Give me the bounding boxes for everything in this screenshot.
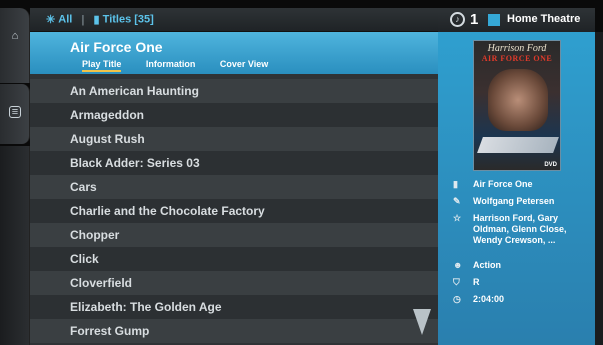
title-actions: Play Title Information Cover View <box>82 59 290 72</box>
info-title-text: Air Force One <box>473 179 533 189</box>
rail-tab-lower <box>0 146 30 345</box>
filter-separator: | <box>81 13 85 26</box>
home-icon: ⌂ <box>11 30 19 42</box>
star-icon: ☆ <box>453 213 462 223</box>
zone-color-swatch <box>488 14 500 26</box>
info-director-text: Wolfgang Petersen <box>473 196 555 206</box>
list-item[interactable]: An American Haunting <box>30 79 438 103</box>
poster-actor: Harrison Ford <box>487 43 547 54</box>
media-icon: ≡ <box>9 106 21 118</box>
filter-bar: ✳ All | ▮ Titles [35] <box>30 8 438 32</box>
status-bar: ♪ 1 Home Theatre <box>438 8 595 32</box>
list-item[interactable]: Click <box>30 247 438 271</box>
info-genre-text: Action <box>473 260 501 270</box>
title-icon: ▮ <box>93 14 100 26</box>
poster-title: AIR FORCE ONE <box>481 54 553 63</box>
titles-list: Air Force One Play Title Information Cov… <box>30 32 438 345</box>
list-item[interactable]: Charlie and the Chocolate Factory <box>30 199 438 223</box>
filter-breadcrumb: ✳ All | ▮ Titles [35] <box>46 13 154 27</box>
list-item[interactable]: Chopper <box>30 223 438 247</box>
selected-title-row[interactable]: Air Force One Play Title Information Cov… <box>30 32 438 74</box>
right-scrollbar[interactable] <box>595 32 603 345</box>
poster-plane <box>477 137 559 153</box>
filter-titles[interactable]: Titles [35] <box>103 14 154 26</box>
list-item[interactable]: Forrest Gump <box>30 319 438 343</box>
left-rail: ⌂ ≡ <box>0 8 30 345</box>
info-runtime-text: 2:04:00 <box>473 294 505 304</box>
media-center-screen: ⌂ ≡ ✳ All | ▮ Titles [35] ♪ 1 Home Theat… <box>0 0 603 345</box>
cover-art: Harrison Ford AIR FORCE ONE DVD <box>473 40 561 171</box>
masks-icon: ☻ <box>453 260 463 270</box>
cover-view-button[interactable]: Cover View <box>220 59 268 69</box>
list-item[interactable]: Cars <box>30 175 438 199</box>
asterisk-icon: ✳ <box>46 14 56 26</box>
scroll-down-arrow-icon[interactable] <box>413 309 431 335</box>
shield-icon: ⛉ <box>453 277 460 287</box>
list-item[interactable]: Black Adder: Series 03 <box>30 151 438 175</box>
selected-title: Air Force One <box>70 39 163 55</box>
information-button[interactable]: Information <box>146 59 196 69</box>
info-rating-text: R <box>473 277 480 287</box>
list-item[interactable]: Elizabeth: The Golden Age <box>30 295 438 319</box>
list-item[interactable]: Armageddon <box>30 103 438 127</box>
rail-tab-media[interactable]: ≡ <box>0 84 30 144</box>
director-icon: ✎ <box>453 196 461 206</box>
zone-label[interactable]: Home Theatre <box>507 13 580 25</box>
notification-count: 1 <box>470 11 479 28</box>
info-cast-text: Harrison Ford, Gary Oldman, Glenn Close,… <box>473 213 567 245</box>
list-item[interactable]: August Rush <box>30 127 438 151</box>
rail-tab-home[interactable]: ⌂ <box>0 8 30 83</box>
notification-icon[interactable]: ♪ <box>450 12 465 27</box>
clock-icon: ◷ <box>453 294 461 304</box>
poster-face <box>488 69 548 131</box>
title-icon: ▮ <box>453 179 458 189</box>
details-panel: Harrison Ford AIR FORCE ONE DVD ▮ Air Fo… <box>438 32 595 345</box>
filter-all[interactable]: All <box>58 14 72 26</box>
dvd-badge: DVD <box>544 162 557 168</box>
play-title-button[interactable]: Play Title <box>82 59 122 72</box>
list-item[interactable]: Cloverfield <box>30 271 438 295</box>
